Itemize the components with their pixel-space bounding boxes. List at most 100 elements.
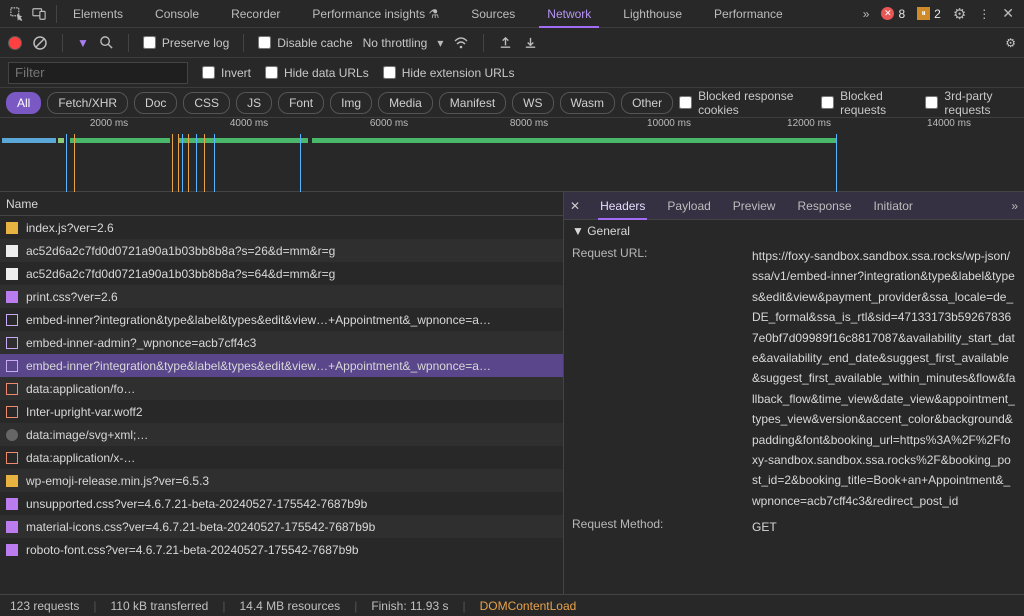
request-name: print.css?ver=2.6 xyxy=(26,290,118,304)
device-toggle-icon[interactable] xyxy=(32,7,46,21)
tab-network[interactable]: Network xyxy=(531,1,607,27)
flask-icon: ⚗ xyxy=(428,7,439,21)
search-icon[interactable] xyxy=(99,35,114,50)
request-row[interactable]: index.js?ver=2.6 xyxy=(0,216,563,239)
column-header-name[interactable]: Name xyxy=(0,192,563,216)
font-icon xyxy=(6,452,18,464)
request-row[interactable]: material-icons.css?ver=4.6.7.21-beta-202… xyxy=(0,515,563,538)
status-resources: 14.4 MB resources xyxy=(239,599,340,613)
more-tabs-icon[interactable]: » xyxy=(863,7,870,21)
blocked-cookies-checkbox[interactable]: Blocked response cookies xyxy=(679,89,805,117)
detail-tab-headers[interactable]: Headers xyxy=(598,193,647,219)
detail-tab-payload[interactable]: Payload xyxy=(665,193,712,219)
chip-other[interactable]: Other xyxy=(621,92,673,114)
request-list-pane: Name index.js?ver=2.6 ac52d6a2c7fd0d0721a… xyxy=(0,192,564,594)
tab-elements[interactable]: Elements xyxy=(57,1,139,27)
filter-input[interactable] xyxy=(8,62,188,84)
chip-js[interactable]: JS xyxy=(236,92,272,114)
tab-recorder[interactable]: Recorder xyxy=(215,1,296,27)
upload-icon[interactable] xyxy=(498,35,513,50)
xhr-icon xyxy=(6,314,18,326)
more-detail-tabs-icon[interactable]: » xyxy=(1011,199,1018,213)
request-row[interactable]: data:application/fo… xyxy=(0,377,563,400)
hide-data-urls-checkbox[interactable]: Hide data URLs xyxy=(265,66,369,80)
request-row[interactable]: print.css?ver=2.6 xyxy=(0,285,563,308)
tab-performance[interactable]: Performance xyxy=(698,1,799,27)
kebab-menu-icon[interactable]: ⋮ xyxy=(978,7,990,21)
close-icon[interactable]: ✕ xyxy=(1002,5,1014,22)
chip-media[interactable]: Media xyxy=(378,92,433,114)
request-row[interactable]: embed-inner?integration&type&label&types… xyxy=(0,354,563,377)
type-filter-row: All Fetch/XHR Doc CSS JS Font Img Media … xyxy=(0,88,1024,118)
font-icon xyxy=(6,383,18,395)
request-row[interactable]: roboto-font.css?ver=4.6.7.21-beta-202405… xyxy=(0,538,563,561)
css-icon xyxy=(6,521,18,533)
network-timeline[interactable]: 2000 ms 4000 ms 6000 ms 8000 ms 10000 ms… xyxy=(0,118,1024,192)
request-name: embed-inner?integration&type&label&types… xyxy=(26,313,491,327)
request-row[interactable]: data:image/svg+xml;… xyxy=(0,423,563,446)
preserve-log-checkbox[interactable]: Preserve log xyxy=(143,36,229,50)
wifi-icon[interactable] xyxy=(453,35,469,51)
chip-all[interactable]: All xyxy=(6,92,41,114)
chip-manifest[interactable]: Manifest xyxy=(439,92,506,114)
disable-cache-checkbox[interactable]: Disable cache xyxy=(258,36,352,50)
chip-css[interactable]: CSS xyxy=(183,92,230,114)
request-row[interactable]: embed-inner?integration&type&label&types… xyxy=(0,308,563,331)
close-detail-icon[interactable]: ✕ xyxy=(570,199,580,213)
request-row[interactable]: embed-inner-admin?_wpnonce=acb7cff4c3 xyxy=(0,331,563,354)
throttling-select[interactable]: No throttling xyxy=(363,36,428,50)
chip-img[interactable]: Img xyxy=(330,92,372,114)
invert-checkbox[interactable]: Invert xyxy=(202,66,251,80)
chip-font[interactable]: Font xyxy=(278,92,324,114)
tick-label: 12000 ms xyxy=(787,118,831,129)
chip-fetch-xhr[interactable]: Fetch/XHR xyxy=(47,92,128,114)
record-button[interactable] xyxy=(8,36,22,50)
tab-performance-insights[interactable]: Performance insights ⚗ xyxy=(296,1,455,27)
inspect-icon[interactable] xyxy=(10,7,24,21)
hide-extension-urls-checkbox[interactable]: Hide extension URLs xyxy=(383,66,515,80)
request-name: ac52d6a2c7fd0d0721a90a1b03bb8b8a?s=26&d=… xyxy=(26,244,335,258)
tab-console[interactable]: Console xyxy=(139,1,215,27)
clear-icon[interactable] xyxy=(32,35,48,51)
request-name: ac52d6a2c7fd0d0721a90a1b03bb8b8a?s=64&d=… xyxy=(26,267,335,281)
request-detail-pane: ✕ Headers Payload Preview Response Initi… xyxy=(564,192,1024,594)
status-finish: Finish: 11.93 s xyxy=(371,599,448,613)
request-url-value: https://foxy-sandbox.sandbox.ssa.rocks/w… xyxy=(752,246,1016,511)
chip-ws[interactable]: WS xyxy=(512,92,553,114)
filter-icon[interactable]: ▼ xyxy=(77,36,89,50)
detail-tab-preview[interactable]: Preview xyxy=(731,193,778,219)
request-row[interactable]: Inter-upright-var.woff2 xyxy=(0,400,563,423)
detail-tab-initiator[interactable]: Initiator xyxy=(872,193,915,219)
tab-lighthouse[interactable]: Lighthouse xyxy=(607,1,698,27)
download-icon[interactable] xyxy=(523,35,538,50)
request-row[interactable]: ac52d6a2c7fd0d0721a90a1b03bb8b8a?s=26&d=… xyxy=(0,239,563,262)
request-row[interactable]: data:application/x-… xyxy=(0,446,563,469)
request-row[interactable]: ac52d6a2c7fd0d0721a90a1b03bb8b8a?s=64&d=… xyxy=(0,262,563,285)
request-method-value: GET xyxy=(752,517,1016,537)
tick-label: 8000 ms xyxy=(510,118,548,129)
gear-icon[interactable]: ⚙ xyxy=(953,5,966,23)
chip-doc[interactable]: Doc xyxy=(134,92,177,114)
request-method-label: Request Method: xyxy=(572,517,752,531)
font-icon xyxy=(6,406,18,418)
tab-sources[interactable]: Sources xyxy=(455,1,531,27)
third-party-checkbox[interactable]: 3rd-party requests xyxy=(925,89,1018,117)
request-name: embed-inner-admin?_wpnonce=acb7cff4c3 xyxy=(26,336,256,350)
tick-label: 14000 ms xyxy=(927,118,971,129)
detail-tab-response[interactable]: Response xyxy=(795,193,853,219)
throttling-caret-icon[interactable]: ▾ xyxy=(437,36,443,50)
request-row[interactable]: wp-emoji-release.min.js?ver=6.5.3 xyxy=(0,469,563,492)
error-badge[interactable]: ✕8 xyxy=(881,7,905,21)
request-row[interactable]: unsupported.css?ver=4.6.7.21-beta-202405… xyxy=(0,492,563,515)
request-name: unsupported.css?ver=4.6.7.21-beta-202405… xyxy=(26,497,367,511)
chip-wasm[interactable]: Wasm xyxy=(560,92,616,114)
js-icon xyxy=(6,222,18,234)
general-section-toggle[interactable]: ▼ General xyxy=(564,220,1024,242)
tick-label: 10000 ms xyxy=(647,118,691,129)
panel-settings-icon[interactable]: ⚙ xyxy=(1005,36,1016,50)
warning-badge[interactable]: ⏸2 xyxy=(917,7,941,21)
doc-icon xyxy=(6,268,18,280)
request-name: wp-emoji-release.min.js?ver=6.5.3 xyxy=(26,474,209,488)
js-icon xyxy=(6,475,18,487)
blocked-requests-checkbox[interactable]: Blocked requests xyxy=(821,89,909,117)
